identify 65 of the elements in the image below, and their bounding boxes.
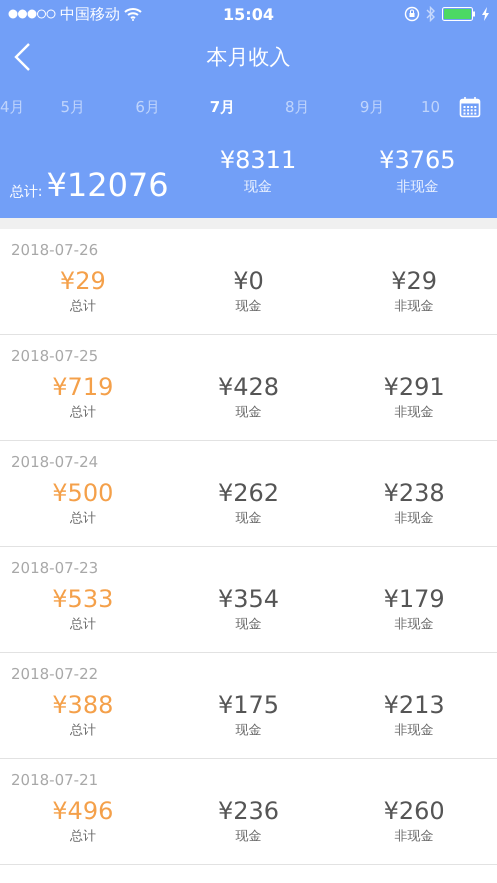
cash-label: 现金 [244, 178, 272, 196]
day-total: ¥388 [52, 691, 114, 719]
month-tab[interactable]: 8月 [271, 98, 324, 116]
total-label: 总计 [70, 616, 96, 633]
day-cash: ¥236 [218, 797, 280, 825]
total-label: 总计 [70, 298, 96, 315]
day-date: 2018-07-23 [10, 558, 100, 577]
day-noncash: ¥29 [391, 267, 438, 295]
status-time: 15:04 [223, 4, 274, 24]
day-date: 2018-07-25 [10, 346, 100, 365]
wifi-icon [124, 7, 142, 21]
day-noncash: ¥213 [384, 691, 445, 719]
noncash-label: 非现金 [394, 510, 434, 527]
month-tab[interactable]: 6月 [122, 98, 174, 116]
battery-icon [442, 7, 476, 21]
charging-icon [482, 7, 489, 21]
day-cash: ¥175 [218, 691, 280, 719]
cash-label: 现金 [235, 722, 262, 739]
total-label: 总计 [70, 510, 96, 527]
day-noncash: ¥260 [384, 797, 445, 825]
day-total: ¥719 [52, 373, 114, 401]
day-total: ¥29 [60, 267, 106, 295]
day-date: 2018-07-21 [10, 770, 100, 789]
day-total: ¥500 [52, 479, 114, 507]
month-tab[interactable]: 4月 [0, 98, 24, 116]
day-cash: ¥262 [218, 479, 280, 507]
signal-icon [8, 9, 56, 19]
month-tab[interactable]: 5月 [46, 98, 99, 116]
day-noncash: ¥291 [384, 373, 445, 401]
rotation-lock-icon [404, 6, 420, 22]
cash-label: 现金 [235, 828, 262, 845]
calendar-icon[interactable] [459, 96, 481, 118]
day-total: ¥496 [52, 797, 114, 825]
noncash-label: 非现金 [394, 722, 434, 739]
day-noncash: ¥179 [384, 585, 445, 613]
bluetooth-icon [426, 6, 436, 22]
cash-label: 现金 [235, 510, 262, 527]
day-cash: ¥0 [233, 267, 264, 295]
cash-label: 现金 [235, 616, 262, 633]
day-total: ¥533 [52, 585, 114, 613]
day-date: 2018-07-26 [10, 240, 100, 259]
carrier-name: 中国移动 [60, 4, 120, 24]
noncash-amount: ¥3765 [379, 146, 456, 174]
total-label: 总计 [70, 404, 96, 421]
noncash-label: 非现金 [394, 404, 434, 421]
noncash-label: 非现金 [396, 178, 438, 196]
noncash-label: 非现金 [394, 298, 434, 315]
day-noncash: ¥238 [384, 479, 445, 507]
cash-label: 现金 [235, 298, 262, 315]
day-cash: ¥428 [218, 373, 280, 401]
noncash-label: 非现金 [394, 616, 434, 633]
day-date: 2018-07-22 [10, 664, 100, 683]
month-tab[interactable]: 9月 [346, 98, 398, 116]
cash-amount: ¥8311 [220, 146, 296, 174]
day-date: 2018-07-24 [10, 452, 100, 471]
total-amount: ¥12076 [46, 166, 169, 204]
noncash-label: 非现金 [394, 828, 434, 845]
total-label: 总计 [70, 828, 96, 845]
day-cash: ¥354 [218, 585, 280, 613]
page-title: 本月收入 [206, 44, 290, 68]
cash-label: 现金 [235, 404, 262, 421]
total-label: 总计: [10, 182, 42, 200]
month-tab[interactable]: 10 [420, 98, 445, 116]
total-label: 总计 [70, 722, 96, 739]
month-tab[interactable]: 7月 [196, 98, 248, 116]
